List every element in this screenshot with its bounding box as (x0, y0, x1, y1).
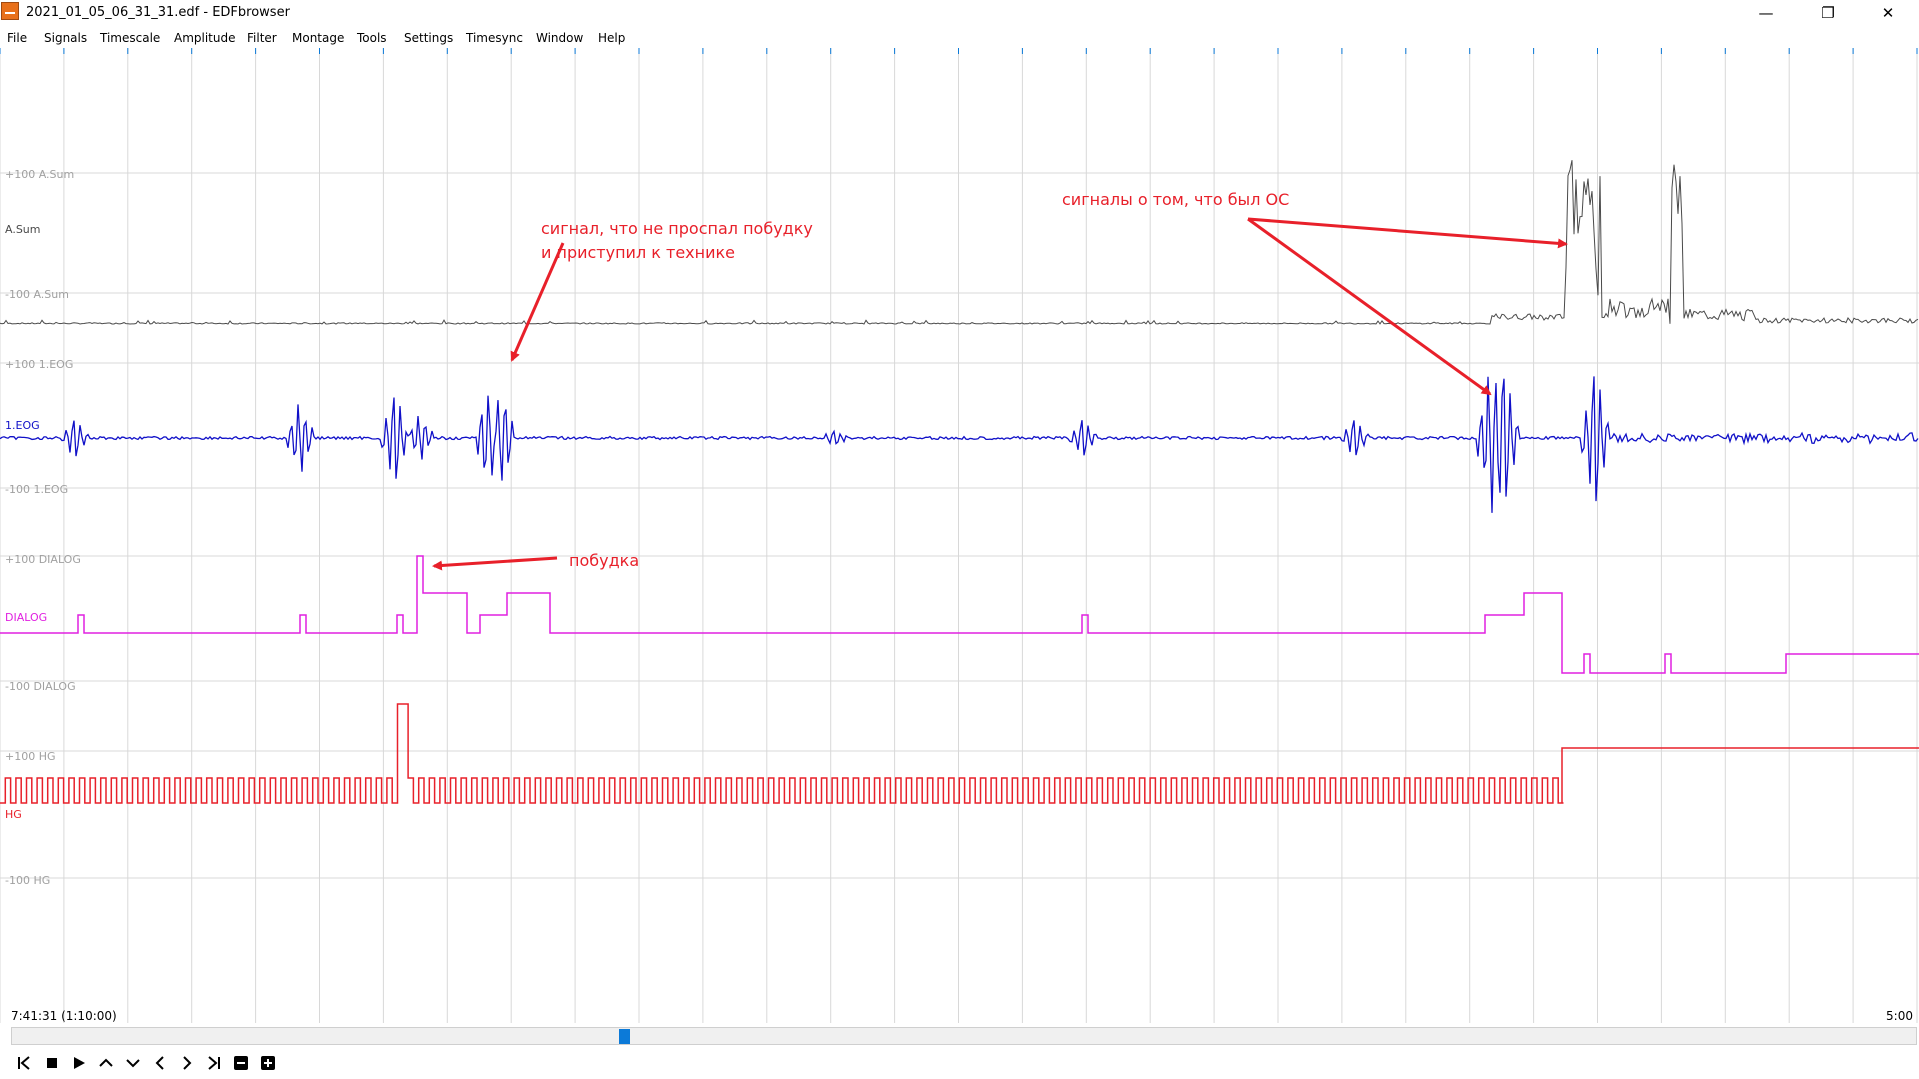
scrollbar-thumb[interactable] (619, 1029, 630, 1044)
dialog-lower-label: -100 DIALOG (5, 680, 76, 693)
menu-timescale[interactable]: Timescale (100, 31, 160, 45)
oc-arrow-eog (1247, 217, 1492, 396)
hg-trace (0, 703, 1919, 804)
zoom-out-button[interactable] (229, 1051, 253, 1075)
next-page-button[interactable] (175, 1051, 199, 1075)
restore-icon: ❐ (1821, 3, 1835, 22)
menu-amplitude[interactable]: Amplitude (174, 31, 236, 45)
jump-end-button[interactable] (202, 1051, 226, 1075)
annotation-wake: побудка (569, 551, 640, 570)
menu-settings[interactable]: Settings (404, 31, 453, 45)
annotation-technique-line2: и приступил к технике (541, 243, 736, 262)
minimize-button[interactable]: — (1738, 0, 1794, 25)
jump-start-button[interactable] (12, 1051, 36, 1075)
edfbrowser-app-icon (1, 2, 19, 20)
chevron-left-icon (155, 1056, 164, 1070)
asum-upper-label: +100 A.Sum (5, 168, 74, 181)
menu-window[interactable]: Window (536, 31, 583, 45)
chevron-right-icon (183, 1056, 192, 1070)
stop-icon (47, 1058, 57, 1068)
prev-page-button[interactable] (148, 1051, 172, 1075)
minimize-icon: — (1758, 3, 1774, 22)
hg-lower-label: -100 HG (5, 874, 50, 887)
menu-tools[interactable]: Tools (357, 31, 387, 45)
close-icon: ✕ (1881, 3, 1895, 22)
menu-filter[interactable]: Filter (247, 31, 277, 45)
chevron-down-icon (126, 1059, 140, 1068)
title-bar: 2021_01_05_06_31_31.edf - EDFbrowser — ❐… (0, 0, 1919, 25)
annotation-technique-line1: сигнал, что не проспал побудку (541, 219, 813, 238)
hg-upper-label: +100 HG (5, 750, 56, 763)
oc-arrow-asum (1247, 217, 1568, 249)
signal-graph[interactable]: +100 A.Sum A.Sum -100 A.Sum +100 1.EOG 1… (0, 48, 1919, 1023)
annotation-oc: сигналы о том, что был ОС (1062, 190, 1290, 209)
signal-traces (0, 160, 1919, 804)
skip-start-icon (18, 1056, 30, 1070)
eog-upper-label: +100 1.EOG (5, 358, 73, 371)
wake-arrow (432, 556, 558, 571)
timeline-position: 7:41:31 (1:10:00) (11, 1009, 117, 1023)
dialog-upper-label: +100 DIALOG (5, 553, 81, 566)
asum-name-label[interactable]: A.Sum (5, 223, 41, 236)
page-up-button[interactable] (94, 1051, 118, 1075)
play-icon (74, 1057, 85, 1069)
asum-lower-label: -100 A.Sum (5, 288, 69, 301)
navigation-toolbar (0, 1049, 1919, 1079)
minus-icon (234, 1056, 248, 1070)
restore-button[interactable]: ❐ (1800, 0, 1856, 25)
plus-icon (261, 1056, 275, 1070)
page-down-button[interactable] (121, 1051, 145, 1075)
stop-button[interactable] (40, 1051, 64, 1075)
eog-lower-label: -100 1.EOG (5, 483, 68, 496)
skip-end-icon (208, 1056, 220, 1070)
close-button[interactable]: ✕ (1860, 0, 1916, 25)
play-button[interactable] (67, 1051, 91, 1075)
grid-lines (0, 48, 1919, 1023)
menu-help[interactable]: Help (598, 31, 625, 45)
menu-signals[interactable]: Signals (44, 31, 87, 45)
time-scrollbar[interactable] (11, 1027, 1917, 1045)
menu-montage[interactable]: Montage (292, 31, 344, 45)
eog-name-label[interactable]: 1.EOG (5, 419, 40, 432)
menu-bar: File Signals Timescale Amplitude Filter … (0, 28, 1919, 48)
menu-timesync[interactable]: Timesync (466, 31, 523, 45)
dialog-trace (0, 555, 1919, 674)
menu-file[interactable]: File (7, 31, 27, 45)
dialog-name-label[interactable]: DIALOG (5, 611, 47, 624)
annotation-arrows (432, 217, 1568, 571)
timeline-window: 5:00 (1886, 1009, 1913, 1023)
chevron-up-icon (99, 1058, 113, 1067)
zoom-in-button[interactable] (256, 1051, 280, 1075)
window-title: 2021_01_05_06_31_31.edf - EDFbrowser (26, 5, 290, 20)
hg-name-label[interactable]: HG (5, 808, 22, 821)
